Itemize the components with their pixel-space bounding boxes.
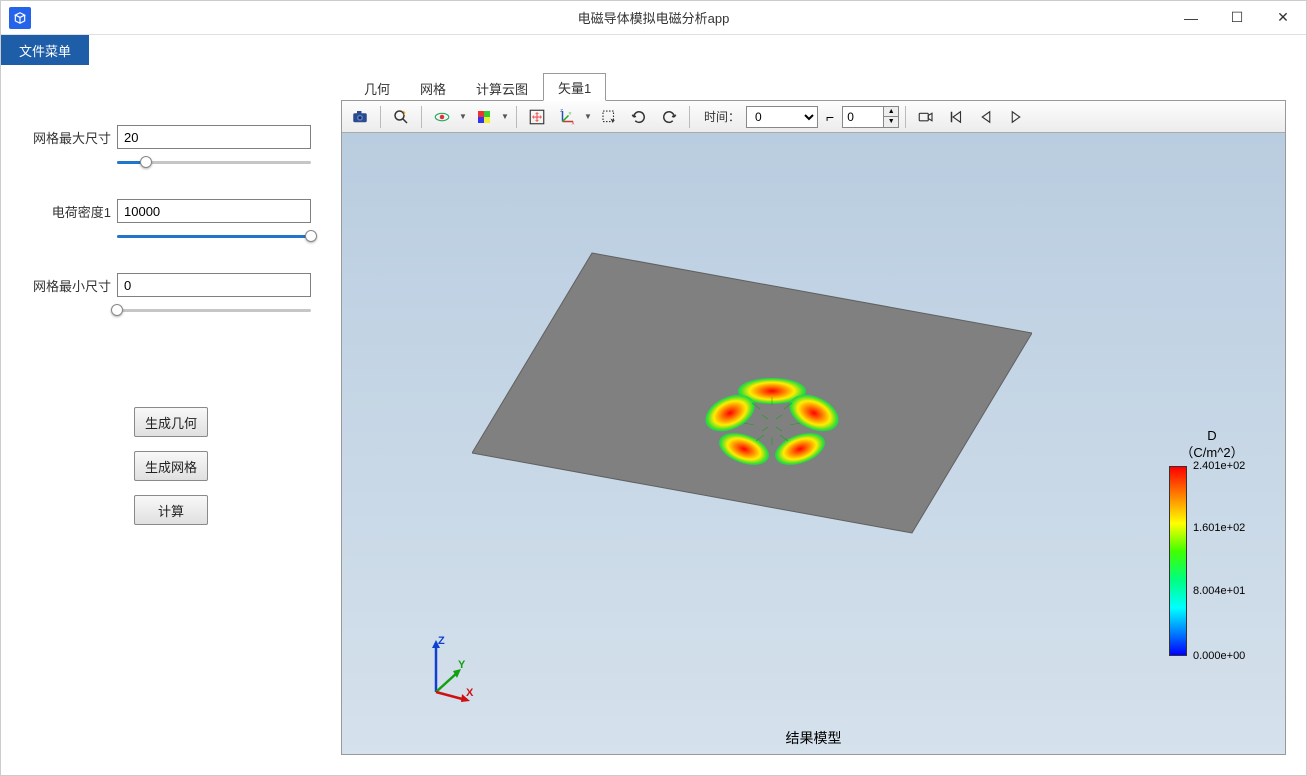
minimize-button[interactable]: — (1168, 1, 1214, 34)
charge-density-slider[interactable] (117, 227, 311, 245)
colormap-icon[interactable] (470, 104, 498, 130)
zoom-icon[interactable] (387, 104, 415, 130)
svg-text:Y: Y (569, 110, 572, 115)
visibility-icon[interactable] (428, 104, 456, 130)
spin-down[interactable]: ▼ (884, 117, 898, 127)
viewport-caption: 结果模型 (786, 728, 842, 748)
tab-contour[interactable]: 计算云图 (461, 74, 543, 101)
svg-text:X: X (572, 120, 575, 125)
param-row-min-mesh: 网格最小尺寸 (31, 273, 311, 297)
frame-input[interactable] (843, 107, 883, 127)
field-result (672, 373, 872, 473)
fit-view-icon[interactable] (523, 104, 551, 130)
axes-icon[interactable]: Z XY (553, 104, 581, 130)
rotate-ccw-icon[interactable] (625, 104, 653, 130)
colorbar-gradient (1169, 466, 1187, 656)
menubar: 文件菜单 (1, 35, 1306, 65)
titlebar: 电磁导体模拟电磁分析app — ☐ ✕ (1, 1, 1306, 35)
compute-button[interactable]: 计算 (134, 495, 208, 525)
next-frame-icon[interactable] (1002, 104, 1030, 130)
param-label: 网格最小尺寸 (31, 276, 117, 295)
param-label: 网格最大尺寸 (31, 128, 117, 147)
action-buttons: 生成几何 生成网格 计算 (31, 407, 311, 525)
main-area: 几何 网格 计算云图 矢量1 ▼ (341, 65, 1306, 775)
close-button[interactable]: ✕ (1260, 1, 1306, 34)
file-menu[interactable]: 文件菜单 (1, 35, 89, 65)
min-mesh-input[interactable] (117, 273, 311, 297)
svg-text:Z: Z (560, 108, 563, 113)
sidebar: 网格最大尺寸 电荷密度1 网格最小尺寸 生成几何 生成网格 (1, 65, 341, 775)
frame-spinner[interactable]: ▲ ▼ (842, 106, 899, 128)
viewer-toolbar: ▼ ▼ Z XY ▼ (342, 101, 1285, 133)
first-frame-icon[interactable] (942, 104, 970, 130)
time-label: 时间： (704, 108, 740, 125)
time-select[interactable]: 0 (746, 106, 818, 128)
charge-density-input[interactable] (117, 199, 311, 223)
window-title: 电磁导体模拟电磁分析app (578, 8, 730, 27)
generate-geometry-button[interactable]: 生成几何 (134, 407, 208, 437)
generate-mesh-button[interactable]: 生成网格 (134, 451, 208, 481)
colorbar: D （C/m^2） 2.401e+02 1.601e+02 8.004e+01 … (1157, 428, 1267, 656)
viewer-frame: ▼ ▼ ZXY ▼ (341, 100, 1286, 755)
colorbar-title: D （C/m^2） (1157, 428, 1267, 462)
axis-triad: Z Y X (418, 634, 478, 704)
tab-geometry[interactable]: 几何 (349, 74, 405, 101)
colormap-dropdown[interactable]: ▼ (500, 112, 510, 121)
window-controls: — ☐ ✕ (1168, 1, 1306, 34)
tab-mesh[interactable]: 网格 (405, 74, 461, 101)
viewport-3d[interactable]: Z Y X D （C/m^2） (342, 133, 1285, 754)
visibility-dropdown[interactable]: ▼ (458, 112, 468, 121)
record-icon[interactable] (912, 104, 940, 130)
right-angle-icon: ⌐ (826, 109, 834, 125)
tab-vector1[interactable]: 矢量1 (543, 73, 606, 101)
svg-text:Z: Z (438, 635, 445, 647)
spin-up[interactable]: ▲ (884, 107, 898, 117)
app-icon (9, 7, 31, 29)
param-row-max-mesh: 网格最大尺寸 (31, 125, 311, 149)
rotate-cw-icon[interactable] (655, 104, 683, 130)
svg-text:X: X (466, 687, 474, 699)
min-mesh-slider[interactable] (117, 301, 311, 319)
svg-text:Y: Y (458, 659, 466, 671)
maximize-button[interactable]: ☐ (1214, 1, 1260, 34)
tabbar: 几何 网格 计算云图 矢量1 (341, 77, 1286, 101)
camera-icon[interactable] (346, 104, 374, 130)
prev-frame-icon[interactable] (972, 104, 1000, 130)
param-label: 电荷密度1 (31, 202, 117, 221)
param-row-charge-density: 电荷密度1 (31, 199, 311, 223)
max-mesh-input[interactable] (117, 125, 311, 149)
content-area: 网格最大尺寸 电荷密度1 网格最小尺寸 生成几何 生成网格 (1, 65, 1306, 775)
colorbar-ticks: 2.401e+02 1.601e+02 8.004e+01 0.000e+00 (1187, 466, 1267, 656)
max-mesh-slider[interactable] (117, 153, 311, 171)
axes-dropdown[interactable]: ▼ (583, 112, 593, 121)
select-box-icon[interactable] (595, 104, 623, 130)
